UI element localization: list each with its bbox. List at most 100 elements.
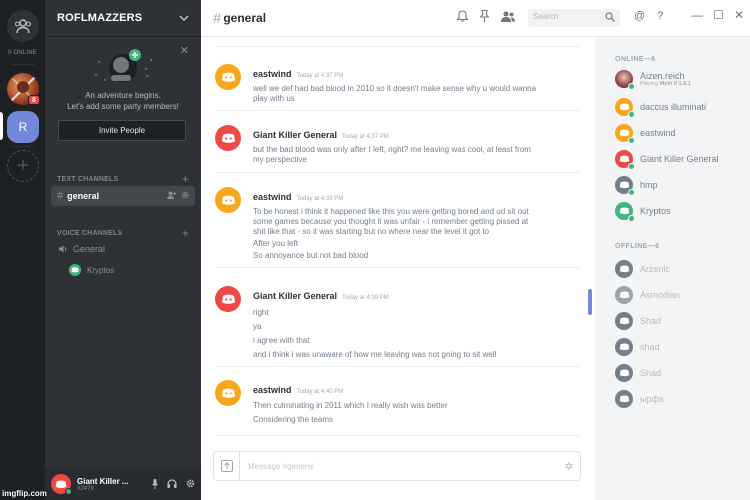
message-timestamp: Today at 4:40 PM	[296, 389, 344, 395]
emoji-picker-icon[interactable]: ✲	[558, 460, 580, 473]
channel-actions	[166, 191, 189, 201]
message-avatar[interactable]	[215, 64, 241, 90]
microphone-icon[interactable]	[152, 479, 158, 489]
search-icon	[605, 12, 615, 22]
plus-icon: +	[17, 154, 29, 177]
help-icon[interactable]: ?	[657, 10, 663, 22]
member-item[interactable]: Shad	[615, 364, 661, 382]
message-text: well we def had bad blood in 2010 so it …	[253, 84, 537, 103]
upload-button[interactable]	[214, 452, 240, 480]
status-online-icon	[628, 83, 635, 90]
online-header: ONLINE—6	[615, 56, 656, 63]
message-avatar[interactable]	[215, 187, 241, 213]
message-text: i agree with that	[253, 336, 310, 345]
discord-avatar-icon	[221, 133, 235, 143]
adventure-line-1: An adventure begins.	[85, 91, 161, 100]
member-item[interactable]: shad	[615, 338, 660, 356]
voice-user-kryptos[interactable]: Kryptos	[69, 264, 114, 276]
category-label: TEXT CHANNELS	[57, 175, 119, 183]
activity-game: Myth II 1.8.1	[659, 81, 691, 87]
member-name: Aizen.reich	[640, 71, 685, 81]
member-item[interactable]: Giant Killer General	[615, 150, 719, 170]
close-window-icon[interactable]: ✕	[734, 8, 744, 22]
minimize-icon[interactable]: —	[691, 8, 703, 22]
pin-icon[interactable]	[480, 10, 489, 22]
friends-home-button[interactable]	[7, 10, 39, 42]
channel-header: # general Search @ ? — ☐ ✕	[201, 0, 750, 37]
member-name: Giant Killer General	[640, 154, 719, 164]
bell-icon[interactable]	[457, 10, 468, 22]
message-author[interactable]: eastwind	[253, 192, 292, 202]
member-item[interactable]: daccus illuminati	[615, 98, 706, 118]
discord-avatar-icon	[619, 155, 629, 163]
add-channel-icon[interactable]: +	[182, 172, 189, 186]
server-name: ROFLMAZZERS	[57, 12, 143, 24]
message-input[interactable]	[240, 461, 558, 471]
member-activity: Playing Myth II 1.8.1	[640, 81, 691, 87]
member-item[interactable]: Kryptos	[615, 202, 671, 222]
member-item[interactable]: hmp	[615, 176, 658, 196]
text-channels-category[interactable]: TEXT CHANNELS +	[57, 172, 189, 186]
discord-avatar-icon	[221, 195, 235, 205]
mentions-icon[interactable]: @	[634, 10, 645, 22]
member-item[interactable]: Shad	[615, 312, 661, 330]
member-name: eastwind	[640, 128, 676, 138]
status-online-icon	[628, 163, 635, 170]
message-list: eastwind Today at 4:37 PM well we def had…	[201, 37, 595, 447]
server-header[interactable]: ROFLMAZZERS	[45, 0, 201, 37]
maximize-icon[interactable]: ☐	[713, 8, 724, 22]
message-group: eastwind Today at 4:37 PM well we def had…	[201, 64, 581, 104]
message-author[interactable]: eastwind	[253, 69, 292, 79]
message-avatar[interactable]	[215, 125, 241, 151]
member-avatar	[615, 150, 635, 170]
chevron-down-icon	[179, 15, 189, 21]
member-list: ONLINE—6 Aizen.reich Playing Myth II 1.8…	[595, 37, 750, 500]
message-author[interactable]: Giant Killer General	[253, 130, 337, 140]
message-avatar[interactable]	[215, 380, 241, 406]
gear-icon[interactable]	[181, 191, 189, 199]
member-item[interactable]: Aizen.reich Playing Myth II 1.8.1	[615, 70, 691, 90]
add-server-button[interactable]: +	[7, 150, 39, 182]
message-text: and i think i was unaware of how me leav…	[253, 350, 497, 359]
member-avatar	[615, 338, 633, 356]
member-list-icon[interactable]	[501, 11, 515, 22]
message-author[interactable]: Giant Killer General	[253, 291, 337, 301]
member-avatar	[615, 202, 635, 222]
search-input[interactable]: Search	[528, 9, 620, 27]
member-name: Shad	[640, 316, 662, 326]
headphones-icon[interactable]	[167, 479, 177, 488]
message-author[interactable]: eastwind	[253, 385, 292, 395]
member-item[interactable]: eastwind	[615, 124, 676, 144]
friends-icon	[14, 19, 32, 34]
voice-channel-general[interactable]: General	[59, 244, 105, 254]
user-avatar[interactable]	[51, 474, 72, 495]
invite-people-button[interactable]: Invite People	[58, 120, 186, 141]
message-text: Then culminating in 2011 which I really …	[253, 401, 448, 410]
member-avatar	[615, 286, 633, 304]
add-channel-icon[interactable]: +	[182, 226, 189, 240]
message-timestamp: Today at 4:39 PM	[296, 196, 344, 202]
settings-gear-icon[interactable]	[186, 479, 195, 488]
header-actions	[457, 10, 515, 22]
close-icon[interactable]: ✕	[180, 44, 189, 57]
status-online-icon	[628, 189, 635, 196]
voice-channels-category[interactable]: VOICE CHANNELS +	[57, 226, 189, 240]
active-server-indicator	[0, 112, 3, 140]
server-icon-roflmazzers[interactable]: R	[7, 111, 39, 143]
message-divider	[215, 172, 581, 173]
member-info: Aizen.reich Playing Myth II 1.8.1	[640, 71, 691, 87]
message-avatar[interactable]	[215, 286, 241, 312]
member-item[interactable]: Asmodian	[615, 286, 680, 304]
member-item[interactable]: ырфв	[615, 390, 664, 408]
search-placeholder: Search	[533, 12, 559, 21]
scrollbar-thumb[interactable]	[588, 289, 592, 315]
message-divider	[215, 267, 581, 268]
member-item[interactable]: Arzenic	[615, 260, 670, 278]
status-online-icon	[628, 137, 635, 144]
channel-item-general[interactable]: # general	[51, 186, 195, 206]
message-text: but the bad blood was only after I left,…	[253, 145, 531, 164]
adventure-text: An adventure begins. Let's add some part…	[45, 90, 201, 112]
message-text: After you left	[253, 239, 298, 248]
invite-icon[interactable]	[166, 191, 176, 199]
member-avatar	[615, 390, 633, 408]
